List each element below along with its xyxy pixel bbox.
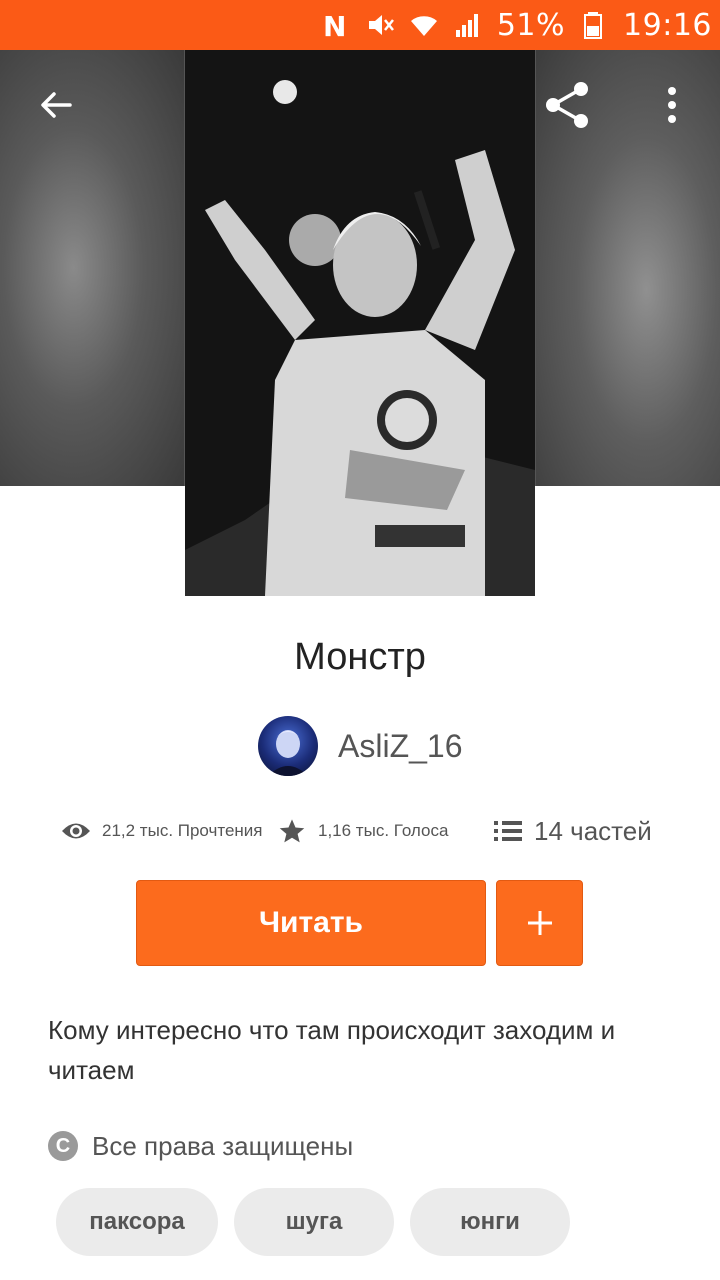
- wifi-icon: [409, 10, 439, 40]
- share-icon: [546, 82, 588, 128]
- tag-list: паксора шуга юнги: [56, 1188, 570, 1256]
- copyright-icon: C: [48, 1131, 78, 1161]
- share-button[interactable]: [537, 70, 597, 140]
- parts-stat[interactable]: 14 частей: [494, 816, 652, 847]
- reads-count: 21,2 тыс. Прочтения: [102, 821, 263, 840]
- votes-count: 1,16 тыс. Голоса: [318, 821, 449, 840]
- battery-percent: 51%: [496, 7, 566, 43]
- more-vert-icon: [668, 87, 676, 123]
- story-title: Монстр: [294, 636, 426, 678]
- story-description: Кому интересно что там происходит заходи…: [48, 1015, 616, 1085]
- parts-count[interactable]: 14 частей: [534, 816, 652, 847]
- arrow-left-icon: [41, 92, 72, 118]
- battery-icon: [579, 10, 609, 40]
- clock: 19:16: [623, 7, 712, 43]
- copyright: C Все права защищены: [48, 1126, 353, 1166]
- tag-chip[interactable]: паксора: [56, 1188, 218, 1256]
- author[interactable]: AsliZ_16: [258, 716, 463, 776]
- author-name[interactable]: AsliZ_16: [338, 728, 463, 765]
- add-to-library-button[interactable]: [496, 880, 583, 966]
- list-icon: [494, 821, 522, 841]
- tag-chip[interactable]: юнги: [410, 1188, 570, 1256]
- nfc-icon: N: [321, 10, 351, 43]
- votes-stat: 1,16 тыс. Голоса: [278, 817, 494, 845]
- book-cover[interactable]: [185, 50, 535, 596]
- signal-icon: [453, 10, 483, 40]
- avatar[interactable]: [258, 716, 318, 776]
- star-icon: [279, 819, 305, 843]
- story-stats: 21,2 тыс. Прочтения 1,16 тыс. Голоса 14 …: [60, 808, 680, 854]
- read-button[interactable]: Читать: [136, 880, 486, 966]
- svg-text:N: N: [323, 10, 346, 40]
- status-bar: N 51% 19:16: [0, 0, 720, 50]
- cover-photo: [185, 50, 535, 596]
- back-button[interactable]: [26, 70, 86, 140]
- copyright-text: Все права защищены: [92, 1130, 354, 1161]
- reads-stat: 21,2 тыс. Прочтения: [60, 820, 278, 842]
- eye-icon: [62, 823, 90, 839]
- status-icons: N 51% 19:16: [321, 0, 712, 50]
- more-options-button[interactable]: [642, 70, 702, 140]
- mute-icon: [365, 10, 395, 40]
- tag-chip[interactable]: шуга: [234, 1188, 394, 1256]
- plus-icon: [527, 911, 552, 935]
